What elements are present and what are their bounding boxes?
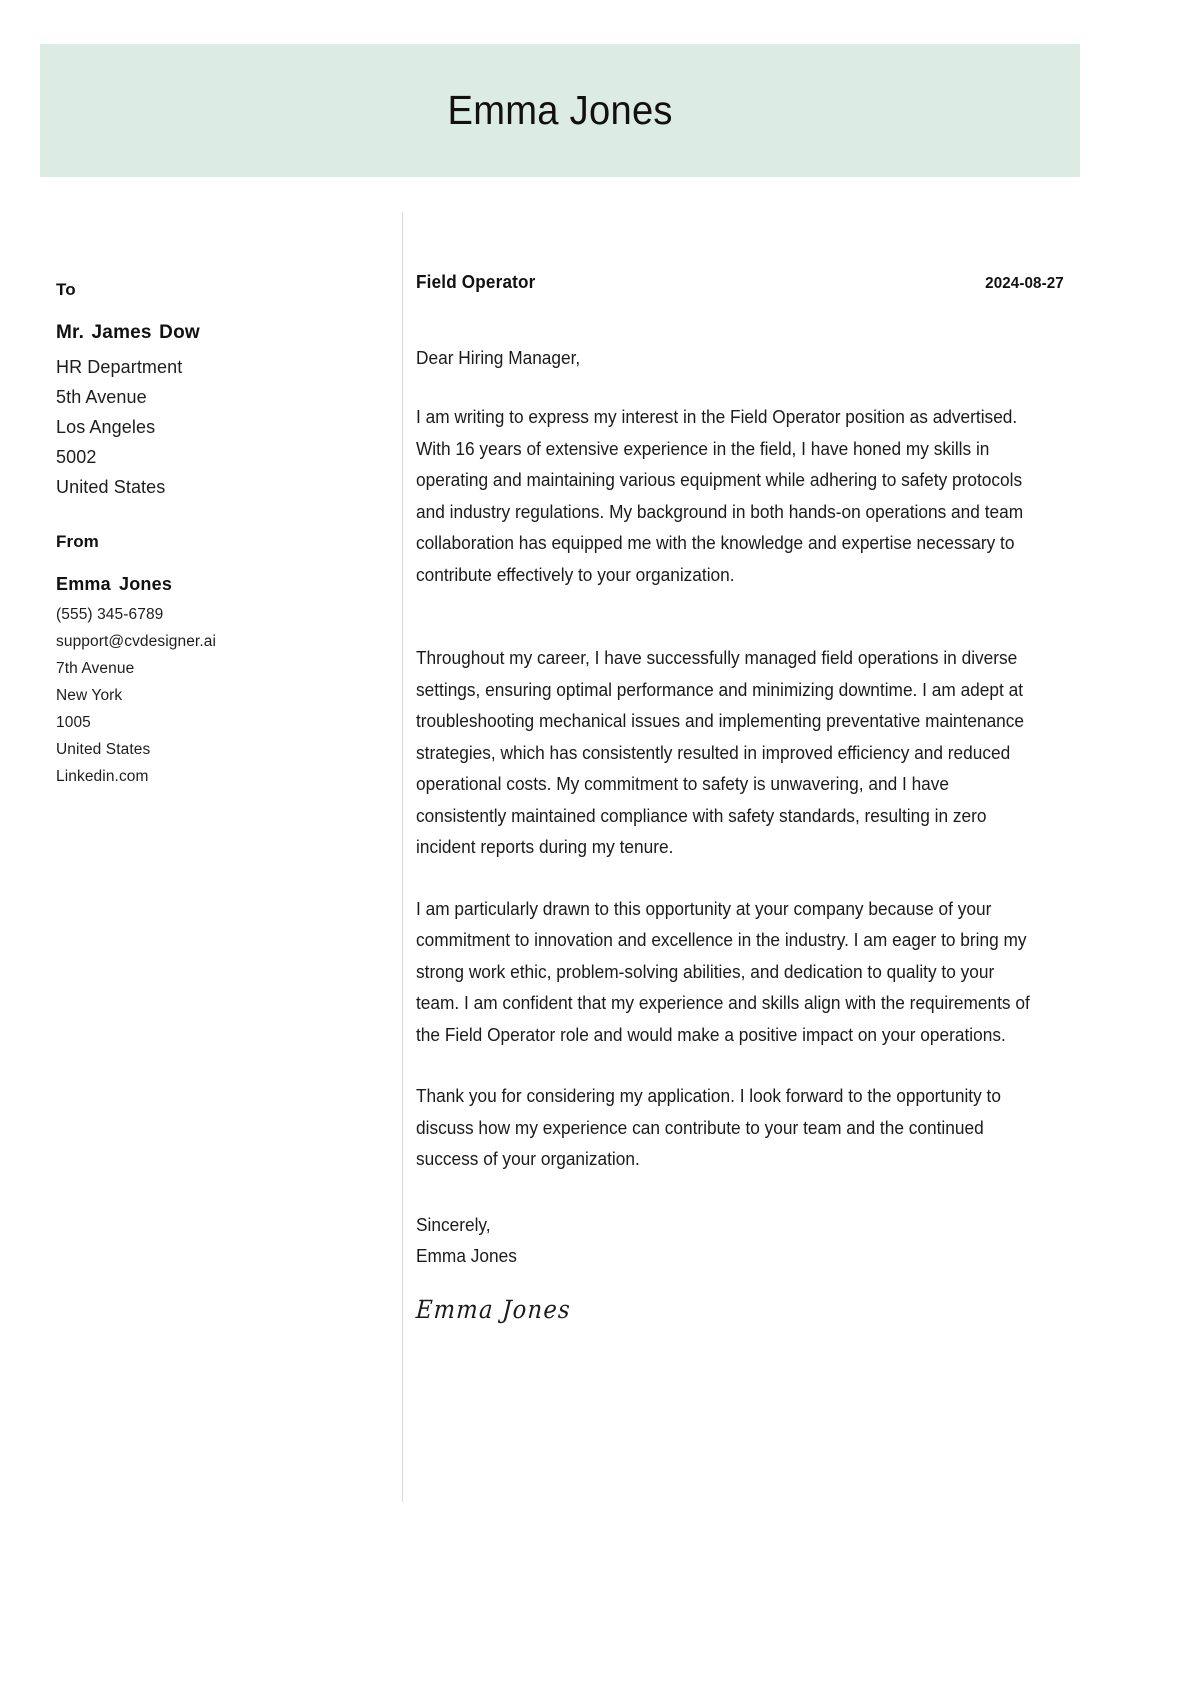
sender-block: From Emma Jones (555) 345-6789 support@c… xyxy=(56,532,356,790)
sender-line: New York xyxy=(56,687,123,704)
header-band: Emma Jones xyxy=(40,44,1080,177)
sender-email: support@cvdesigner.ai xyxy=(56,633,217,650)
recipient-line: 5002 xyxy=(56,447,97,467)
letter-paragraph: I am writing to express my interest in t… xyxy=(416,407,1024,585)
recipient-line: 5th Avenue xyxy=(56,387,147,407)
letter-paragraph: Thank you for considering my application… xyxy=(416,1086,1001,1169)
sidebar: To Mr. James Dow HR Department 5th Avenu… xyxy=(56,280,356,790)
signature: Emma Jones xyxy=(415,1294,572,1324)
letter-body: Field Operator 2024-08-27 Dear Hiring Ma… xyxy=(415,272,1064,1324)
salutation: Dear Hiring Manager, xyxy=(416,348,581,368)
sender-phone: (555) 345-6789 xyxy=(56,606,164,623)
letter-date: 2024-08-27 xyxy=(985,275,1064,292)
to-heading: To xyxy=(56,280,76,299)
sender-linkedin: Linkedin.com xyxy=(56,768,149,785)
job-title: Field Operator xyxy=(416,272,536,292)
closing-name: Emma Jones xyxy=(416,1246,517,1266)
recipient-line: HR Department xyxy=(56,357,183,377)
from-heading: From xyxy=(56,532,99,551)
closing-block: Sincerely, Emma Jones xyxy=(416,1210,1038,1273)
letter-header: Field Operator 2024-08-27 xyxy=(416,272,1064,293)
letter-paragraph: I am particularly drawn to this opportun… xyxy=(416,898,1030,1045)
letter-paragraph: Throughout my career, I have successfull… xyxy=(416,648,1025,857)
sender-name: Emma Jones xyxy=(56,574,173,594)
sender-line: United States xyxy=(56,741,151,758)
recipient-line: Los Angeles xyxy=(56,417,156,437)
recipient-line: United States xyxy=(56,477,166,497)
recipient-name: Mr. James Dow xyxy=(56,322,200,343)
closing-phrase: Sincerely, xyxy=(416,1214,491,1235)
sender-line: 7th Avenue xyxy=(56,660,135,677)
page-title: Emma Jones xyxy=(447,87,673,133)
sender-line: 1005 xyxy=(56,714,91,731)
recipient-block: To Mr. James Dow HR Department 5th Avenu… xyxy=(56,280,356,502)
cover-letter-page: Emma Jones To Mr. James Dow HR Departmen… xyxy=(0,0,1200,1684)
column-divider xyxy=(402,212,403,1502)
